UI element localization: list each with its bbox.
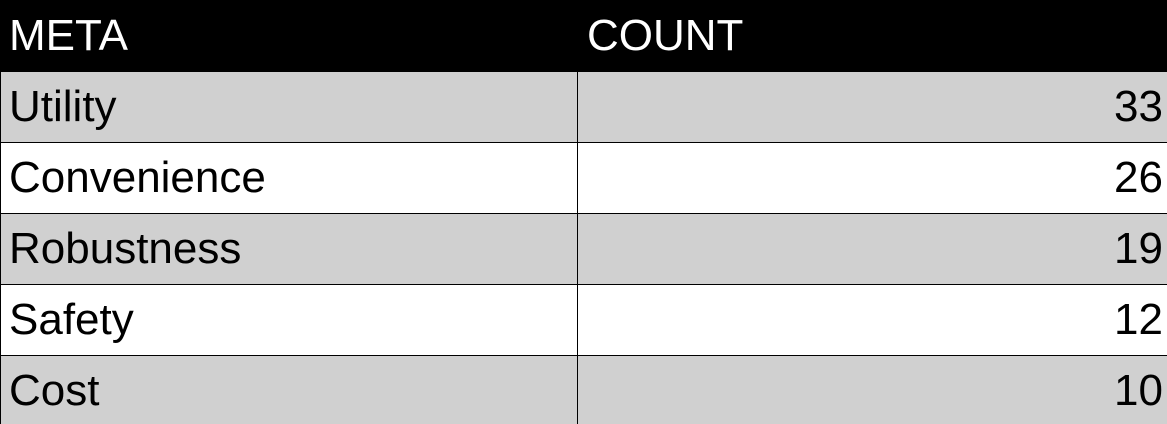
meta-count-table: META COUNT Utility 33 Convenience 26 Rob…: [0, 0, 1167, 424]
row-label: Convenience: [1, 143, 578, 213]
row-count: 33: [1114, 82, 1163, 131]
row-label: Cost: [1, 356, 578, 424]
column-header-meta: META: [9, 11, 128, 60]
row-count: 10: [1114, 366, 1163, 415]
table-header: META COUNT: [0, 0, 1167, 72]
column-header-count: COUNT: [587, 11, 744, 60]
table-row: Convenience 26: [0, 143, 1167, 214]
row-count: 12: [1114, 295, 1163, 344]
table-row: Cost 10: [0, 356, 1167, 424]
table-row: Safety 12: [0, 285, 1167, 356]
table-row: Robustness 19: [0, 214, 1167, 285]
row-label: Utility: [1, 72, 578, 142]
row-count: 19: [1114, 224, 1163, 273]
row-count: 26: [1114, 153, 1163, 202]
row-label: Robustness: [1, 214, 578, 284]
row-label: Safety: [1, 285, 578, 355]
table-row: Utility 33: [0, 72, 1167, 143]
